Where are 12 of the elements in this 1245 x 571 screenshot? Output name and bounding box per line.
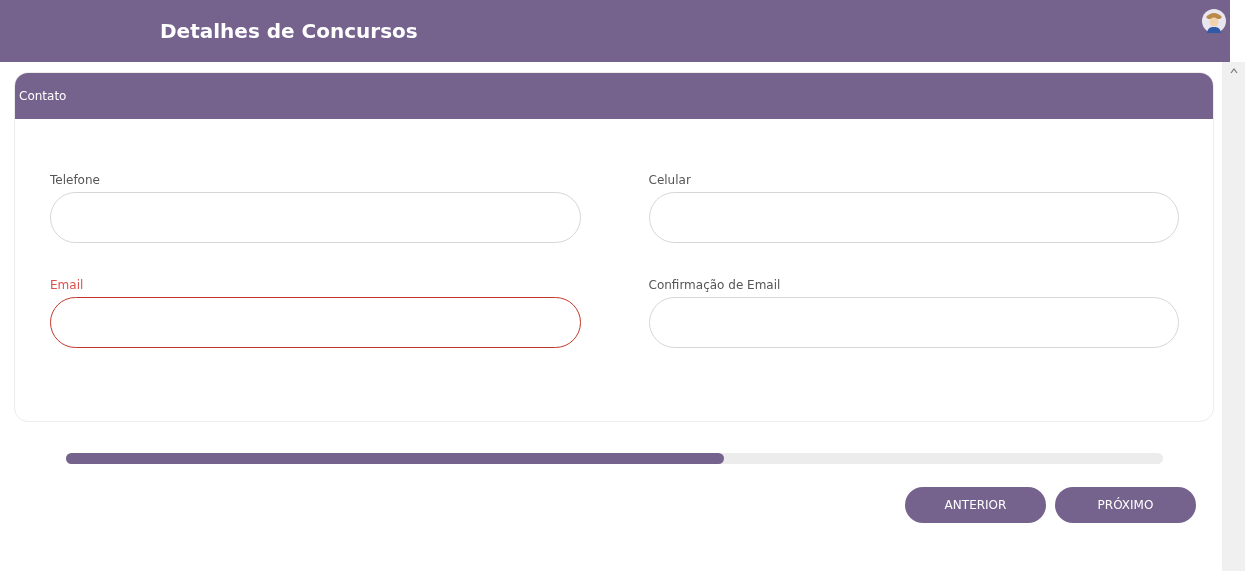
field-label: Celular	[648, 172, 691, 189]
page-title: Detalhes de Concursos	[160, 18, 418, 45]
field-label: Email	[50, 277, 84, 294]
input-field[interactable]	[50, 297, 581, 348]
nav-button[interactable]: ANTERIOR	[905, 487, 1046, 523]
nav-button[interactable]: PRÓXIMO	[1055, 487, 1196, 523]
field-label: Confirmação de Email	[648, 277, 781, 294]
scrollbar[interactable]	[1222, 62, 1245, 571]
scroll-up-icon[interactable]	[1229, 68, 1238, 74]
field-label: Telefone	[50, 172, 100, 189]
section-title: Contato	[19, 88, 67, 105]
avatar-icon[interactable]	[1201, 8, 1227, 34]
